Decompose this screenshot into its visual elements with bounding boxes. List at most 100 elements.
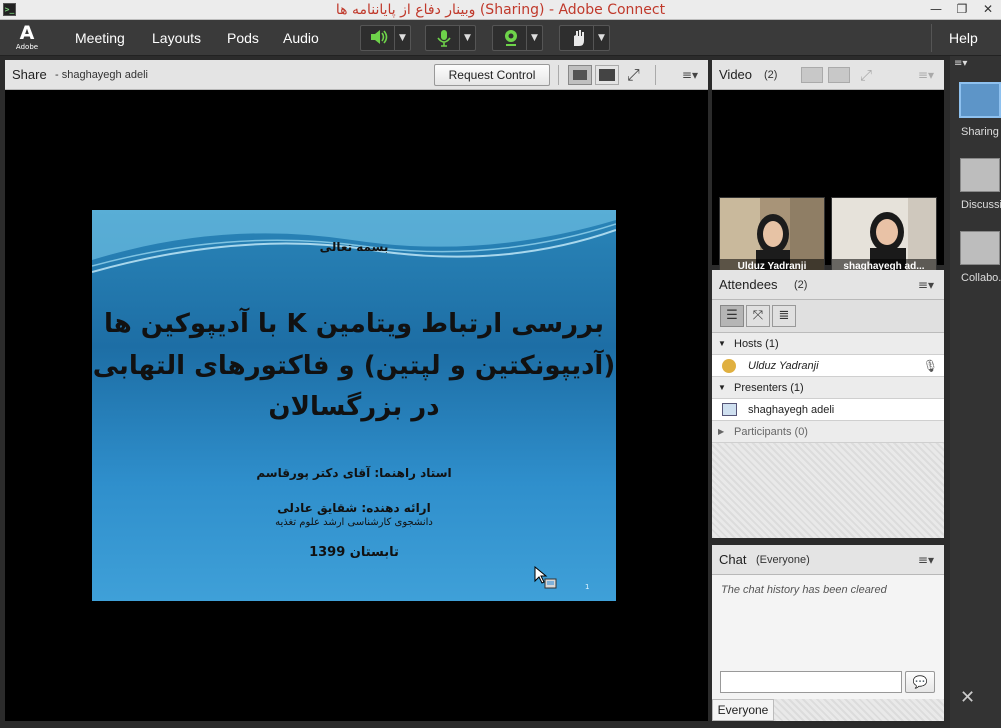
- adobe-logo-icon: A: [19, 22, 35, 44]
- slide-title-line-2: (آدیپونکتین و لپتین) و فاکتورهای التهابی: [92, 351, 616, 381]
- chat-pod: Chat (Everyone) ≡▾ The chat history has …: [712, 545, 944, 721]
- microphone-dropdown-icon[interactable]: ▼: [459, 26, 475, 50]
- video-pod-menu-icon[interactable]: ≡▾: [918, 67, 934, 83]
- menu-meeting[interactable]: Meeting: [75, 29, 125, 47]
- video-pod: Video (2) ⤢ ≡▾ Ulduz Yadranji shaghayegh…: [712, 60, 944, 276]
- chat-tab-everyone[interactable]: Everyone: [712, 699, 774, 721]
- attendee-row[interactable]: shaghayegh adeli: [712, 399, 944, 421]
- speaker-dropdown-icon[interactable]: ▼: [394, 26, 410, 50]
- video-pod-title: Video: [719, 67, 753, 82]
- presenters-label: Presenters (1): [734, 382, 804, 394]
- window-titlebar: >_ وبینار دفاع از پایاننامه ها (Sharing)…: [0, 0, 1001, 20]
- tools-icon[interactable]: ✕: [960, 688, 975, 708]
- status-dropdown-icon[interactable]: ▼: [593, 26, 609, 50]
- layout-discussion[interactable]: Discussi: [957, 156, 1001, 216]
- raise-hand-icon[interactable]: [564, 28, 592, 48]
- microphone-icon[interactable]: [430, 28, 458, 48]
- video-tile[interactable]: shaghayegh ad...: [831, 197, 937, 276]
- chat-pod-header: Chat (Everyone) ≡▾: [712, 545, 944, 575]
- minimize-button[interactable]: —: [924, 0, 948, 19]
- adobe-logo-text: Adobe: [15, 43, 39, 51]
- slide-title-line-1: بررسی ارتباط ویتامین K با آدیپوکین ها: [103, 309, 605, 339]
- status-control[interactable]: ▼: [559, 25, 610, 51]
- presenter-cursor-icon: [534, 565, 558, 594]
- share-pod-title: Share: [12, 67, 47, 82]
- collapse-triangle-icon[interactable]: ▼: [718, 333, 726, 355]
- menu-pods[interactable]: Pods: [227, 29, 259, 47]
- share-pod-header: Share - shaghayegh adeli Request Control…: [5, 60, 708, 90]
- video-fullscreen-icon[interactable]: ⤢: [860, 65, 872, 85]
- close-button[interactable]: ✕: [976, 0, 1000, 19]
- layout-label: Discussi: [961, 199, 1001, 211]
- slide-header: بسمه تعالی: [319, 240, 389, 254]
- status-view-icon[interactable]: ≣: [772, 305, 796, 327]
- chat-input[interactable]: [720, 671, 902, 693]
- attendees-toolbar: ☰ ⤧ ≣: [712, 300, 944, 333]
- speaker-icon[interactable]: [365, 28, 393, 48]
- presenter-icon: [722, 403, 737, 416]
- presenter-name: shaghayegh adeli: [748, 404, 835, 416]
- hosts-section[interactable]: ▼ Hosts (1): [712, 333, 944, 355]
- filmstrip-view-icon[interactable]: [828, 67, 850, 83]
- menu-help[interactable]: Help: [949, 29, 978, 47]
- layout-thumbnail: [960, 231, 1000, 265]
- video-pod-count: (2): [764, 69, 778, 81]
- layout-thumbnail: [959, 82, 1001, 118]
- header-separator: [655, 65, 656, 85]
- layout-label: Sharing: [961, 126, 999, 138]
- send-message-button[interactable]: 💬: [905, 671, 935, 693]
- chat-history-message: The chat history has been cleared: [721, 584, 887, 596]
- window-title: وبینار دفاع از پایاننامه ها (Sharing) - …: [335, 2, 666, 18]
- menu-audio[interactable]: Audio: [283, 29, 319, 47]
- attendees-pod-title: Attendees: [719, 277, 778, 292]
- microphone-active-icon: 🎙: [922, 359, 938, 373]
- video-tile[interactable]: Ulduz Yadranji: [719, 197, 825, 276]
- participants-label: Participants (0): [734, 426, 808, 438]
- shared-slide: بسمه تعالی بررسی ارتباط ویتامین K با آدی…: [92, 210, 616, 601]
- chat-pod-scope: (Everyone): [756, 554, 810, 566]
- camera-control[interactable]: ▼: [492, 25, 543, 51]
- restore-button[interactable]: ❐: [950, 0, 974, 19]
- list-view-icon[interactable]: ☰: [720, 305, 744, 327]
- layouts-menu-icon[interactable]: ≡▾: [954, 58, 967, 70]
- attendees-pod-header: Attendees (2) ≡▾: [712, 270, 944, 300]
- camera-dropdown-icon[interactable]: ▼: [526, 26, 542, 50]
- slide-advisor: استاد راهنما: آقای دکتر پورقاسم: [256, 466, 452, 480]
- chat-pod-title: Chat: [719, 552, 747, 567]
- layout-thumbnail: [960, 158, 1000, 192]
- slide-title-line-3: در بزرگسالان: [268, 392, 440, 422]
- layout-collaboration[interactable]: Collabo.: [957, 229, 1001, 289]
- microphone-control[interactable]: ▼: [425, 25, 476, 51]
- menubar-divider: [931, 24, 932, 52]
- fit-width-icon[interactable]: [568, 65, 592, 85]
- speaker-control[interactable]: ▼: [360, 25, 411, 51]
- slide-page-number: 1: [585, 583, 590, 591]
- main-menubar: A Adobe Meeting Layouts Pods Audio ▼ ▼ ▼…: [0, 20, 1001, 56]
- participants-section[interactable]: ▶ Participants (0): [712, 421, 944, 443]
- attendees-pod-menu-icon[interactable]: ≡▾: [918, 277, 934, 293]
- fullscreen-icon[interactable]: ⤢: [627, 65, 640, 85]
- full-size-icon[interactable]: [595, 65, 619, 85]
- chat-tab-strip: [774, 699, 944, 721]
- layout-sharing[interactable]: Sharing: [957, 80, 1001, 142]
- menu-layouts[interactable]: Layouts: [152, 29, 201, 47]
- expand-triangle-icon[interactable]: ▶: [718, 421, 724, 443]
- slide-presenter: ارائه دهنده: شقایق عادلی: [277, 501, 431, 515]
- video-pod-header: Video (2) ⤢ ≡▾: [712, 60, 944, 90]
- host-icon: [722, 359, 736, 373]
- collapse-triangle-icon[interactable]: ▼: [718, 377, 726, 399]
- header-separator: [558, 65, 559, 85]
- chat-pod-menu-icon[interactable]: ≡▾: [918, 552, 934, 568]
- share-pod-presenter: - shaghayegh adeli: [55, 69, 148, 81]
- webcam-icon[interactable]: [497, 28, 525, 48]
- request-control-button[interactable]: Request Control: [434, 64, 550, 86]
- attendees-empty-area: [712, 443, 944, 538]
- grid-view-icon[interactable]: [801, 67, 823, 83]
- breakout-view-icon[interactable]: ⤧: [746, 305, 770, 327]
- slide-date: تابستان 1399: [309, 545, 399, 560]
- attendee-row[interactable]: Ulduz Yadranji 🎙: [712, 355, 944, 377]
- presenters-section[interactable]: ▼ Presenters (1): [712, 377, 944, 399]
- attendees-pod-count: (2): [794, 279, 808, 291]
- chat-bubble-icon: 💬: [912, 675, 928, 689]
- share-pod-menu-icon[interactable]: ≡▾: [682, 67, 698, 83]
